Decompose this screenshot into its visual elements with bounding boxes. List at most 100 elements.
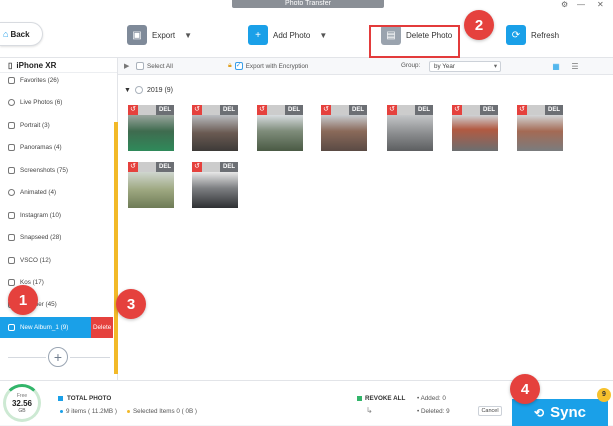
revoke-all-button[interactable]: REVOKE ALL bbox=[357, 395, 405, 402]
checked-icon: ✓ bbox=[234, 62, 243, 70]
export-encryption-label: Export with Encryption bbox=[245, 62, 309, 70]
export-dropdown-icon[interactable]: ▼ bbox=[184, 31, 192, 40]
add-photo-dropdown-icon[interactable]: ▼ bbox=[319, 31, 327, 40]
export-label: Export bbox=[152, 30, 176, 40]
export-button[interactable]: ▣ Export ▼ bbox=[127, 25, 192, 45]
album-icon bbox=[8, 233, 15, 241]
select-all-checkbox[interactable]: Select All bbox=[136, 62, 173, 70]
year-group-header[interactable]: ▼ 2019 (9) bbox=[124, 86, 173, 94]
undo-icon[interactable]: ↺ bbox=[128, 105, 138, 115]
back-button[interactable]: ⌂ Back bbox=[0, 22, 43, 46]
legend-square-icon bbox=[357, 396, 362, 401]
photo-image bbox=[128, 172, 174, 208]
step-marker-3: 3 bbox=[116, 289, 146, 319]
filter-bar: ▶ Select All 🔒︎ ✓ Export with Encryption… bbox=[118, 58, 613, 75]
step-marker-1: 1 bbox=[8, 285, 38, 315]
live-photo-icon bbox=[8, 98, 15, 106]
undo-icon[interactable]: ↺ bbox=[517, 105, 527, 115]
group-select[interactable]: by Year bbox=[429, 61, 501, 72]
undo-icon[interactable]: ↺ bbox=[387, 105, 397, 115]
photo-image bbox=[257, 115, 303, 151]
add-album-button[interactable]: + bbox=[48, 347, 68, 367]
sidebar-item-panoramas[interactable]: Panoramas (4) bbox=[0, 137, 118, 157]
storage-gauge: Free 32.56 GB bbox=[3, 384, 41, 422]
list-view-icon[interactable]: ☰ bbox=[566, 58, 584, 75]
device-name: iPhone XR bbox=[16, 60, 57, 70]
album-icon bbox=[8, 211, 15, 219]
photo-thumbnail[interactable]: ↺ DEL bbox=[257, 105, 303, 151]
sidebar-item-label: Live Photos (6) bbox=[20, 98, 63, 106]
del-tag: DEL bbox=[285, 105, 303, 115]
del-tag: DEL bbox=[480, 105, 498, 115]
sidebar-item-label: Portrait (3) bbox=[20, 121, 50, 129]
undo-icon[interactable]: ↺ bbox=[192, 105, 202, 115]
photo-image bbox=[192, 172, 238, 208]
photo-thumbnail[interactable]: ↺ DEL bbox=[128, 105, 174, 151]
animated-icon bbox=[8, 188, 15, 196]
photo-thumbnail[interactable]: ↺ DEL bbox=[517, 105, 563, 151]
add-photo-button[interactable]: + Add Photo ▼ bbox=[248, 25, 327, 45]
refresh-label: Refresh bbox=[531, 30, 560, 40]
cancel-button[interactable]: Cancel bbox=[478, 406, 502, 416]
photo-image bbox=[128, 115, 174, 151]
album-icon bbox=[8, 324, 15, 331]
home-icon: ⌂ bbox=[3, 29, 9, 39]
sidebar-item-vsco[interactable]: VSCO (12) bbox=[0, 250, 118, 270]
photo-image bbox=[452, 115, 498, 151]
step-marker-2: 2 bbox=[464, 10, 494, 40]
del-tag: DEL bbox=[156, 105, 174, 115]
sidebar-item-snapseed[interactable]: Snapseed (28) bbox=[0, 227, 118, 247]
sidebar-item-new-album[interactable]: New Album_1 (9) bbox=[0, 317, 91, 338]
sidebar-item-label: VSCO (12) bbox=[20, 256, 51, 264]
deleted-count: • Deleted: 9 bbox=[417, 408, 450, 415]
sidebar-item-label: Favorites (26) bbox=[20, 76, 59, 84]
export-encryption-checkbox[interactable]: 🔒︎ ✓ Export with Encryption bbox=[228, 62, 308, 70]
delete-photo-highlight bbox=[369, 25, 460, 58]
album-icon bbox=[8, 278, 15, 286]
sidebar-item-label: Snapseed (28) bbox=[20, 233, 62, 241]
sync-label: Sync bbox=[550, 404, 586, 421]
sidebar-item-live-photos[interactable]: Live Photos (6) bbox=[0, 92, 118, 112]
heart-icon bbox=[8, 76, 15, 84]
sidebar-item-label: Animated (4) bbox=[20, 188, 57, 196]
collapse-arrow-icon[interactable]: ▶ bbox=[124, 62, 129, 70]
undo-icon[interactable]: ↺ bbox=[321, 105, 331, 115]
photo-thumbnail[interactable]: ↺ DEL bbox=[387, 105, 433, 151]
photo-image bbox=[321, 115, 367, 151]
sidebar-item-favorites[interactable]: Favorites (26) bbox=[0, 70, 118, 90]
refresh-icon: ⟳ bbox=[506, 25, 526, 45]
delete-album-button[interactable]: Delete bbox=[91, 317, 113, 338]
sidebar-item-portrait[interactable]: Portrait (3) bbox=[0, 115, 118, 135]
refresh-button[interactable]: ⟳ Refresh bbox=[506, 25, 559, 45]
undo-icon[interactable]: ↺ bbox=[452, 105, 462, 115]
sidebar-item-screenshots[interactable]: Screenshots (75) bbox=[0, 160, 118, 180]
toolbar: ⌂ Back ▣ Export ▼ + Add Photo ▼ ▤ Delete… bbox=[0, 8, 613, 58]
sidebar-item-instagram[interactable]: Instagram (10) bbox=[0, 205, 118, 225]
undo-icon[interactable]: ↺ bbox=[128, 162, 138, 172]
sidebar-item-label: Instagram (10) bbox=[20, 211, 61, 219]
panorama-icon bbox=[8, 143, 15, 151]
legend-square-icon bbox=[58, 396, 63, 401]
photo-image bbox=[387, 115, 433, 151]
revoke-all-label: REVOKE ALL bbox=[365, 395, 406, 402]
title-bar: Photo Transfer ⚙ — ✕ bbox=[0, 0, 613, 9]
undo-icon[interactable]: ↺ bbox=[257, 105, 267, 115]
photo-thumbnail[interactable]: ↺ DEL bbox=[192, 162, 238, 208]
photo-thumbnail[interactable]: ↺ DEL bbox=[192, 105, 238, 151]
sync-icon: ⟲ bbox=[534, 405, 545, 420]
photo-thumbnail[interactable]: ↺ DEL bbox=[128, 162, 174, 208]
undo-icon[interactable]: ↺ bbox=[192, 162, 202, 172]
sidebar-item-animated[interactable]: Animated (4) bbox=[0, 182, 118, 202]
photo-thumbnail[interactable]: ↺ DEL bbox=[321, 105, 367, 151]
sidebar-item-label: Screenshots (75) bbox=[20, 166, 68, 174]
photo-thumbnail[interactable]: ↺ DEL bbox=[452, 105, 498, 151]
grid-view-icon[interactable]: ▦ bbox=[547, 58, 565, 75]
step-marker-4: 4 bbox=[510, 374, 540, 404]
del-tag: DEL bbox=[220, 162, 238, 172]
year-select-radio[interactable] bbox=[134, 86, 143, 94]
del-tag: DEL bbox=[220, 105, 238, 115]
album-icon bbox=[8, 256, 15, 264]
photo-grid-panel: ▶ Select All 🔒︎ ✓ Export with Encryption… bbox=[118, 58, 613, 380]
added-count: • Added: 0 bbox=[417, 395, 446, 402]
checkbox-icon bbox=[136, 62, 144, 70]
